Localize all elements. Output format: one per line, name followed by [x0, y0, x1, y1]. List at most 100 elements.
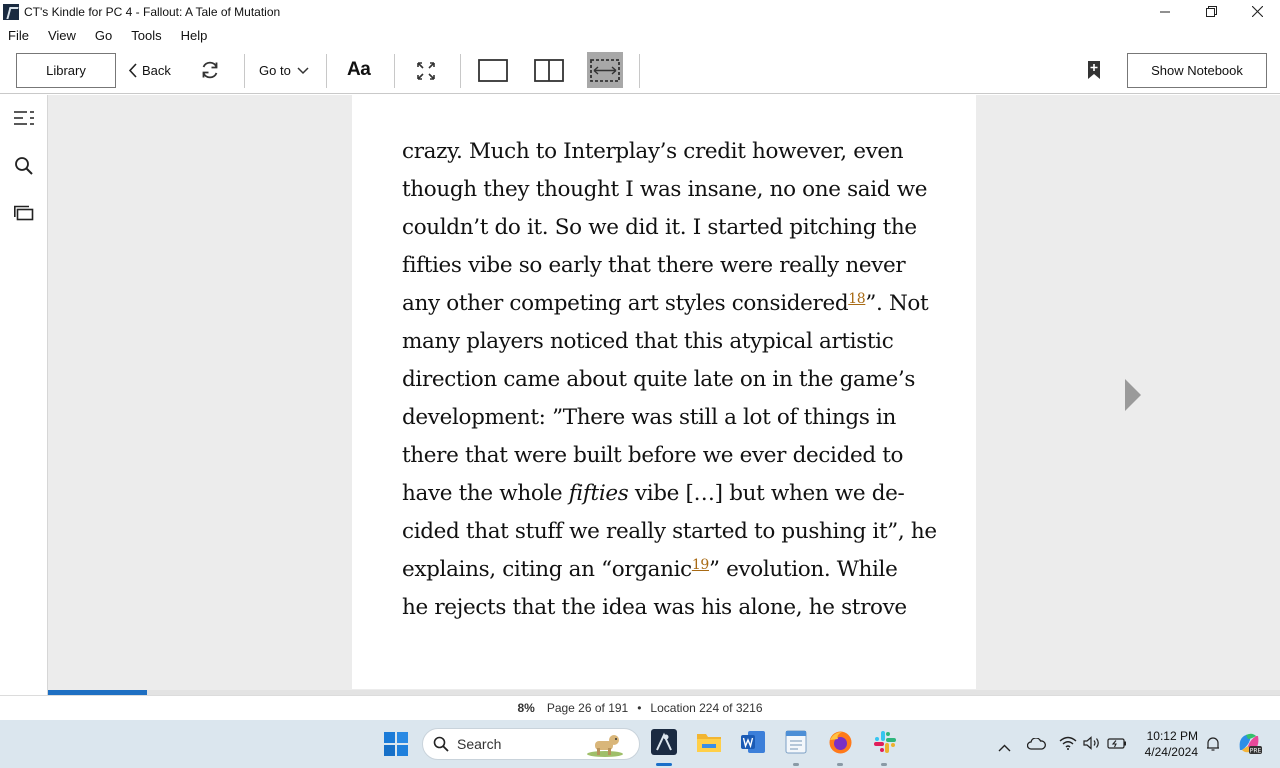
page-width-icon	[590, 58, 620, 82]
two-column-button[interactable]	[534, 59, 564, 87]
copilot-button[interactable]: PRE	[1236, 730, 1262, 761]
search-icon	[433, 736, 449, 752]
window-controls	[1142, 0, 1280, 23]
sync-button[interactable]	[199, 59, 221, 86]
taskbar-kindle-app[interactable]	[651, 729, 677, 760]
close-button[interactable]	[1234, 0, 1280, 23]
text-line: though they thought I was insane, no one…	[402, 177, 928, 202]
flashcards-button[interactable]	[14, 205, 34, 226]
windows-taskbar: Search 10:12 PM 4/24/2024 PRE	[0, 720, 1280, 768]
progress-percent: 8%	[517, 701, 535, 715]
text-segment: explains, citing an “organic	[402, 557, 692, 582]
cloud-icon	[1026, 737, 1046, 750]
taskbar-notepad[interactable]	[784, 729, 808, 760]
page-text: crazy. Much to Interplay’s credit howeve…	[402, 133, 937, 627]
window-title: CT's Kindle for PC 4 - Fallout: A Tale o…	[24, 4, 281, 19]
onedrive-button[interactable]	[1026, 737, 1046, 755]
text-line: couldn’t do it. So we did it. I started …	[402, 215, 917, 240]
text-segment: ” evolution. While	[709, 557, 898, 582]
menu-bar: File View Go Tools Help	[0, 24, 226, 46]
windows-start-icon	[384, 732, 408, 756]
text-line: have the whole fifties vibe […] but when…	[402, 475, 932, 513]
restore-icon	[1205, 6, 1217, 17]
toolbar: Library Back Go to Aa Show Notebook	[0, 48, 1280, 94]
text-line: development: ”There was still a lot of t…	[402, 405, 897, 430]
cards-icon	[14, 205, 34, 221]
next-page-button[interactable]	[1124, 378, 1142, 417]
next-page-arrow-icon	[1125, 379, 1141, 411]
reading-area: crazy. Much to Interplay’s credit howeve…	[48, 95, 1280, 695]
taskbar-search[interactable]: Search	[422, 728, 640, 760]
single-page-icon	[478, 59, 508, 82]
add-bookmark-button[interactable]	[1087, 60, 1101, 85]
taskbar-firefox[interactable]	[828, 730, 853, 760]
chevron-down-icon	[297, 66, 309, 74]
search-button[interactable]	[14, 156, 34, 181]
library-button[interactable]: Library	[16, 53, 116, 88]
text-line: any other competing art styles considere…	[402, 285, 932, 323]
chevron-up-icon	[998, 744, 1011, 752]
taskbar-file-explorer[interactable]	[696, 731, 722, 758]
search-highlight-dog-icon	[587, 735, 623, 757]
show-notebook-button[interactable]: Show Notebook	[1127, 53, 1267, 88]
wifi-status[interactable]	[1059, 736, 1077, 755]
toolbar-divider	[460, 54, 461, 88]
text-segment: vibe […] but when we de-	[628, 481, 905, 506]
menu-file[interactable]: File	[8, 28, 29, 43]
text-line: there that were built before we ever dec…	[402, 443, 904, 468]
taskbar-word[interactable]	[740, 730, 766, 759]
two-page-icon	[534, 59, 564, 82]
single-column-button[interactable]	[478, 59, 508, 87]
back-button[interactable]: Back	[128, 53, 171, 88]
menu-go[interactable]: Go	[95, 28, 112, 43]
text-line: cided that stuff we really started to pu…	[402, 519, 937, 544]
taskbar-slack[interactable]	[873, 730, 897, 759]
text-line: many players noticed that this atypical …	[402, 329, 894, 354]
page-width-button[interactable]	[587, 52, 623, 88]
status-bar: 8% Page 26 of 191 • Location 224 of 3216	[0, 695, 1280, 720]
table-of-contents-icon	[14, 111, 34, 125]
folder-icon	[697, 734, 721, 752]
menu-help[interactable]: Help	[181, 28, 208, 43]
go-to-button[interactable]: Go to	[259, 53, 309, 88]
battery-status[interactable]	[1107, 736, 1128, 755]
system-clock[interactable]: 10:12 PM 4/24/2024	[1138, 728, 1198, 760]
chevron-left-icon	[128, 63, 137, 78]
restore-button[interactable]	[1188, 0, 1234, 23]
bookmark-plus-icon	[1088, 61, 1100, 79]
back-label: Back	[142, 63, 171, 78]
kindle-icon	[651, 729, 677, 755]
text-segment: ”. Not	[865, 291, 929, 316]
page-indicator: Page 26 of 191	[546, 701, 629, 715]
table-of-contents-button[interactable]	[14, 110, 34, 131]
fullscreen-button[interactable]	[416, 61, 436, 86]
clock-date: 4/24/2024	[1144, 745, 1198, 759]
toolbar-divider	[394, 54, 395, 88]
footnote-link-19[interactable]: 19	[692, 557, 709, 573]
volume-status[interactable]	[1083, 736, 1102, 755]
show-hidden-icons-button[interactable]	[998, 739, 1011, 757]
text-line: direction came about quite late on in th…	[402, 367, 916, 392]
italic-text: fifties	[568, 481, 629, 506]
start-button[interactable]	[384, 732, 408, 761]
location-indicator: Location 224 of 3216	[650, 701, 763, 715]
left-sidebar	[0, 95, 48, 695]
status-separator: •	[637, 701, 642, 715]
text-segment: any other competing art styles considere…	[402, 291, 849, 316]
menu-view[interactable]: View	[48, 28, 76, 43]
notifications-button[interactable]	[1206, 736, 1220, 757]
fullscreen-icon	[417, 62, 435, 80]
wifi-icon	[1059, 736, 1077, 750]
minimize-icon	[1160, 11, 1170, 12]
menu-tools[interactable]: Tools	[131, 28, 161, 43]
taskbar-search-label: Search	[457, 736, 502, 752]
go-to-label: Go to	[259, 63, 291, 78]
slack-icon	[874, 731, 896, 753]
speaker-icon	[1083, 736, 1099, 750]
font-settings-button[interactable]: Aa	[347, 59, 371, 81]
footnote-link-18[interactable]: 18	[848, 291, 865, 307]
toolbar-divider	[639, 54, 640, 88]
minimize-button[interactable]	[1142, 0, 1188, 23]
text-line: fifties vibe so early that there were re…	[402, 253, 906, 278]
text-line: he rejects that the idea was his alone, …	[402, 595, 907, 620]
